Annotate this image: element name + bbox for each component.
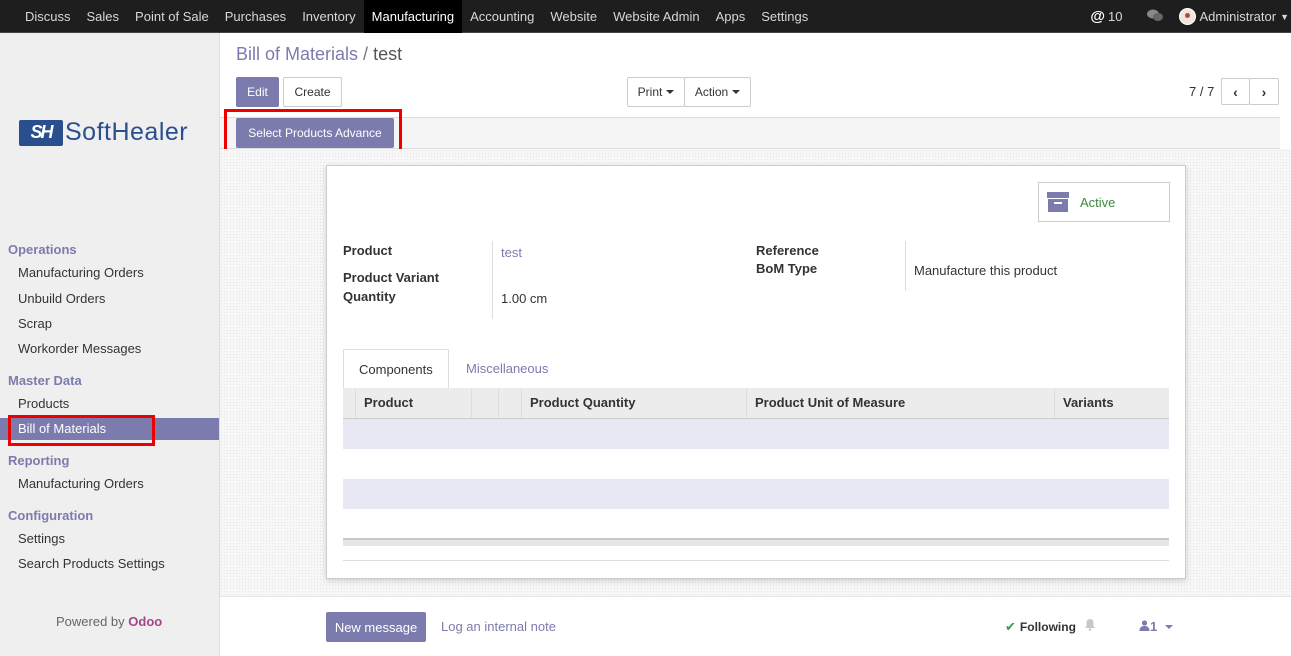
action-label: Action bbox=[694, 85, 729, 99]
quantity-value: 1.00 cm bbox=[501, 291, 548, 306]
menu-purchases[interactable]: Purchases bbox=[217, 0, 294, 33]
menu-settings[interactable]: Settings bbox=[753, 0, 816, 33]
table-row[interactable] bbox=[343, 419, 1169, 449]
table-row[interactable] bbox=[343, 449, 1169, 479]
column-product[interactable]: Product bbox=[355, 388, 471, 418]
menu-manufacturing[interactable]: Manufacturing bbox=[363, 0, 463, 33]
column-product-quantity[interactable]: Product Quantity bbox=[521, 388, 746, 418]
followers-count: 1 bbox=[1150, 619, 1158, 634]
chevron-left-icon: ‹ bbox=[1233, 83, 1238, 100]
menu-apps[interactable]: Apps bbox=[708, 0, 754, 33]
tab-miscellaneous[interactable]: Miscellaneous bbox=[451, 349, 563, 389]
chat-bubbles-icon[interactable] bbox=[1146, 9, 1163, 25]
mention-count[interactable]: 10 bbox=[1108, 9, 1122, 24]
column-spacer-2 bbox=[498, 388, 521, 418]
powered-by-label: Powered by bbox=[56, 614, 125, 629]
following-button[interactable]: ✔ Following bbox=[1005, 619, 1076, 635]
logo-text: SoftHealer bbox=[65, 118, 189, 146]
sidebar-section-operations: Operations bbox=[8, 242, 77, 257]
chatter-divider bbox=[220, 596, 1291, 597]
column-product-uom[interactable]: Product Unit of Measure bbox=[746, 388, 1054, 418]
edit-button[interactable]: Edit bbox=[236, 77, 279, 107]
followers-dropdown[interactable]: 1 bbox=[1139, 619, 1174, 634]
bom-type-value: Manufacture this product bbox=[914, 263, 1058, 278]
menu-discuss[interactable]: Discuss bbox=[17, 0, 79, 33]
company-logo: SH SoftHealer bbox=[19, 118, 188, 147]
sidebar-item-manufacturing-orders[interactable]: Manufacturing Orders bbox=[0, 262, 219, 284]
caret-down-icon bbox=[732, 90, 741, 94]
check-icon: ✔ bbox=[1005, 619, 1016, 634]
menu-point-of-sale[interactable]: Point of Sale bbox=[127, 0, 217, 33]
field-divider-left bbox=[492, 241, 493, 319]
product-variant-label: Product Variant bbox=[343, 270, 440, 285]
new-message-button[interactable]: New message bbox=[326, 612, 426, 642]
sidebar-item-products[interactable]: Products bbox=[0, 393, 219, 415]
bell-icon[interactable] bbox=[1084, 618, 1096, 634]
action-dropdown[interactable]: Action bbox=[684, 77, 751, 107]
tab-components[interactable]: Components bbox=[343, 349, 449, 389]
print-dropdown[interactable]: Print bbox=[627, 77, 685, 107]
following-label: Following bbox=[1019, 620, 1076, 634]
column-variants[interactable]: Variants bbox=[1054, 388, 1169, 418]
user-icon bbox=[1139, 619, 1150, 634]
powered-by: Powered by Odoo bbox=[56, 614, 162, 629]
reference-label: Reference bbox=[756, 243, 819, 258]
bom-type-label: BoM Type bbox=[756, 261, 818, 276]
breadcrumb-separator: / bbox=[363, 44, 369, 64]
menu-website[interactable]: Website bbox=[542, 0, 605, 33]
highlight-bill-of-materials bbox=[8, 415, 155, 446]
menu-sales[interactable]: Sales bbox=[79, 0, 128, 33]
archive-icon bbox=[1047, 192, 1069, 212]
systray: @ 10 Administrator ▼ bbox=[1090, 0, 1291, 33]
chevron-down-icon[interactable]: ▼ bbox=[1280, 12, 1289, 22]
sidebar-item-unbuild-orders[interactable]: Unbuild Orders bbox=[0, 288, 219, 310]
pager-next-button[interactable]: › bbox=[1249, 78, 1279, 105]
table-row[interactable] bbox=[343, 479, 1169, 509]
log-note-link[interactable]: Log an internal note bbox=[441, 619, 556, 634]
breadcrumb-parent[interactable]: Bill of Materials bbox=[236, 44, 358, 64]
at-icon[interactable]: @ bbox=[1090, 8, 1105, 25]
sidebar-item-settings[interactable]: Settings bbox=[0, 528, 219, 550]
sidebar-section-reporting: Reporting bbox=[8, 453, 70, 468]
caret-down-icon bbox=[1165, 624, 1174, 629]
odoo-link[interactable]: Odoo bbox=[128, 614, 162, 629]
sidebar-item-reporting-manufacturing-orders[interactable]: Manufacturing Orders bbox=[0, 473, 219, 495]
sidebar-item-scrap[interactable]: Scrap bbox=[0, 313, 219, 335]
sidebar-section-configuration: Configuration bbox=[8, 508, 94, 523]
pager-value[interactable]: 7 / 7 bbox=[1189, 84, 1214, 99]
top-navbar: Discuss Sales Point of Sale Purchases In… bbox=[0, 0, 1291, 33]
top-menu: Discuss Sales Point of Sale Purchases In… bbox=[17, 0, 816, 33]
sidebar-item-workorder-messages[interactable]: Workorder Messages bbox=[0, 338, 219, 360]
components-table-header: Product Product Quantity Product Unit of… bbox=[343, 388, 1169, 419]
avatar[interactable] bbox=[1178, 8, 1196, 25]
menu-website-admin[interactable]: Website Admin bbox=[605, 0, 707, 33]
logo-mark: SH bbox=[19, 119, 63, 146]
user-menu[interactable]: Administrator bbox=[1200, 9, 1277, 24]
quantity-label: Quantity bbox=[343, 289, 396, 304]
breadcrumb: Bill of Materials / test bbox=[236, 44, 402, 65]
table-bottom-border bbox=[343, 560, 1169, 561]
field-divider-right bbox=[905, 241, 906, 291]
active-toggle-button[interactable]: Active bbox=[1038, 182, 1170, 222]
column-spacer-1 bbox=[471, 388, 498, 418]
product-value[interactable]: test bbox=[501, 245, 522, 260]
pager-previous-button[interactable]: ‹ bbox=[1221, 78, 1250, 105]
breadcrumb-current: test bbox=[373, 44, 403, 64]
sidebar-item-search-products-settings[interactable]: Search Products Settings bbox=[0, 553, 219, 575]
menu-accounting[interactable]: Accounting bbox=[462, 0, 542, 33]
print-label: Print bbox=[637, 85, 663, 99]
sidebar-section-master-data: Master Data bbox=[8, 373, 82, 388]
caret-down-icon bbox=[666, 90, 675, 94]
table-footer bbox=[343, 538, 1169, 546]
chevron-right-icon: › bbox=[1261, 83, 1267, 100]
menu-inventory[interactable]: Inventory bbox=[294, 0, 363, 33]
create-button[interactable]: Create bbox=[283, 77, 342, 107]
table-row[interactable] bbox=[343, 509, 1169, 539]
product-label: Product bbox=[343, 243, 393, 258]
active-label: Active bbox=[1080, 194, 1116, 210]
